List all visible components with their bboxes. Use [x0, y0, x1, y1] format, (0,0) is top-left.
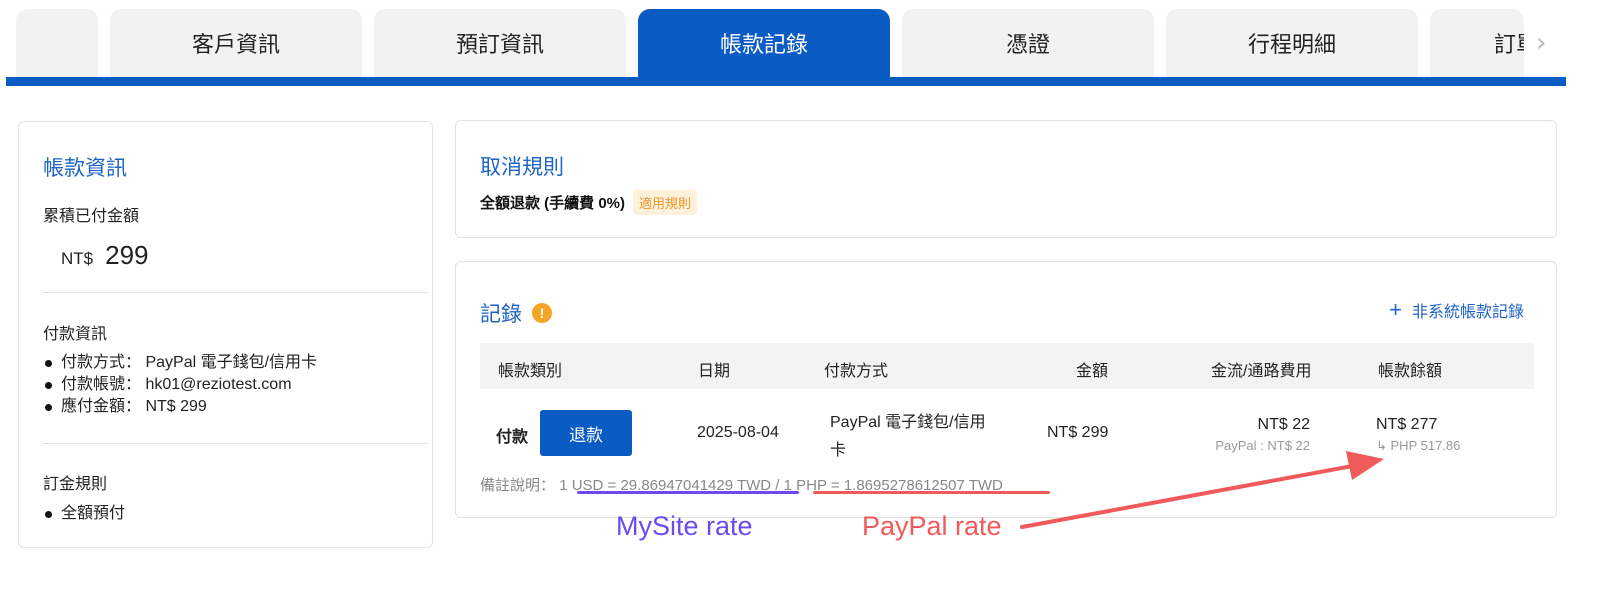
- add-external-record-label: 非系統帳款記錄: [1411, 304, 1524, 321]
- remark-label: 備註說明：: [480, 477, 556, 494]
- column-header: 帳款餘額: [1378, 363, 1443, 380]
- tab-active-underline: [6, 77, 1566, 86]
- list-item: 付款方式： PayPal 電子錢包/信用卡: [43, 352, 317, 374]
- records-table-header: 帳款類別 日期 付款方式 金額 金流/通路費用 帳款餘額: [480, 343, 1534, 389]
- column-header: 付款方式: [824, 363, 889, 380]
- column-header: 日期: [698, 363, 731, 380]
- paid-amount: NT$ 299: [61, 240, 149, 271]
- column-header: 金流/通路費用: [1211, 363, 1312, 380]
- paid-currency: NT$: [61, 249, 94, 268]
- record-amount: NT$ 299: [1047, 424, 1109, 441]
- mysite-rate-annotation: MySite rate: [616, 511, 753, 541]
- billing-info-title: 帳款資訊: [43, 157, 127, 180]
- paid-amount-label: 累積已付金額: [43, 208, 140, 225]
- record-method: PayPal 電子錢包/信用 卡: [830, 409, 986, 465]
- tab-itinerary[interactable]: 行程明細: [1166, 9, 1418, 77]
- cancel-rules-title: 取消規則: [480, 156, 564, 179]
- mysite-rate-underline: [577, 491, 799, 494]
- cancel-rule: 全額退款 (手續費 0%) 適用規則: [480, 190, 698, 215]
- records-title: 記錄: [480, 303, 522, 326]
- warning-icon[interactable]: !: [532, 303, 552, 323]
- records-card: 記錄 ! + 非系統帳款記錄 帳款類別 日期 付款方式 金額 金流/通路費用 帳…: [455, 261, 1557, 518]
- paid-value: 299: [105, 240, 149, 270]
- plus-icon: +: [1389, 297, 1402, 322]
- tab-payment-records[interactable]: 帳款記錄: [638, 9, 890, 77]
- fee-value: NT$ 22: [1257, 416, 1310, 433]
- cancel-rule-text: 全額退款 (手續費 0%): [480, 195, 626, 212]
- paypal-rate-annotation: PayPal rate: [862, 511, 1002, 541]
- method-line: 卡: [830, 442, 847, 459]
- record-type: 付款: [496, 429, 529, 446]
- add-external-record-button[interactable]: + 非系統帳款記錄: [1389, 298, 1524, 322]
- refund-button[interactable]: 退款: [540, 410, 632, 456]
- record-date: 2025-08-04: [697, 424, 779, 441]
- table-row: 付款 退款 2025-08-04 PayPal 電子錢包/信用 卡 NT$ 29…: [480, 389, 1534, 473]
- column-header: 金額: [1076, 363, 1109, 380]
- tab-orders-partial[interactable]: 訂單: [1430, 9, 1524, 77]
- list-item: 全額預付: [43, 503, 125, 525]
- fee-sub: PayPal : NT$ 22: [1215, 438, 1310, 453]
- records-header: 記錄 !: [480, 298, 552, 328]
- column-header: 帳款類別: [498, 363, 563, 380]
- divider: [43, 443, 428, 444]
- applied-rule-badge: 適用規則: [633, 190, 698, 215]
- tab-label: 帳款記錄: [719, 32, 808, 57]
- cancel-rules-card: 取消規則 全額退款 (手續費 0%) 適用規則: [455, 120, 1557, 238]
- divider: [43, 292, 428, 293]
- paypal-rate-underline: [813, 491, 1050, 494]
- tab-label: 憑證: [1005, 32, 1050, 57]
- tab-label: 客戶資訊: [191, 32, 280, 57]
- record-balance: NT$ 277 ↳ PHP 517.86: [1376, 416, 1460, 454]
- tab-vouchers[interactable]: 憑證: [902, 9, 1154, 77]
- record-fee: NT$ 22 PayPal : NT$ 22: [1200, 416, 1310, 453]
- chevron-right-icon[interactable]: ›: [1536, 28, 1546, 58]
- tab-label: 預訂資訊: [455, 32, 544, 57]
- tab-booking-info[interactable]: 預訂資訊: [374, 9, 626, 77]
- tab-label: 訂單: [1494, 32, 1524, 57]
- deposit-rule-label: 訂金規則: [43, 476, 108, 493]
- list-item: 應付金額： NT$ 299: [43, 396, 317, 418]
- deposit-rule-list: 全額預付: [43, 503, 125, 525]
- payment-info-list: 付款方式： PayPal 電子錢包/信用卡 付款帳號： hk01@reziote…: [43, 352, 317, 418]
- tab-customer-info[interactable]: 客戶資訊: [110, 9, 362, 77]
- balance-value: NT$ 277: [1376, 416, 1438, 433]
- billing-info-card: 帳款資訊 累積已付金額 NT$ 299 付款資訊 付款方式： PayPal 電子…: [18, 121, 433, 548]
- balance-sub: ↳ PHP 517.86: [1376, 438, 1461, 453]
- tab-bar: ‹ 客戶資訊 預訂資訊 帳款記錄 憑證 行程明細 訂單 ›: [0, 0, 1600, 88]
- list-item: 付款帳號： hk01@reziotest.com: [43, 374, 317, 396]
- tab-partial-left[interactable]: [16, 9, 98, 77]
- tab-label: 行程明細: [1247, 32, 1336, 57]
- payment-info-label: 付款資訊: [43, 326, 108, 343]
- method-line: PayPal 電子錢包/信用: [830, 414, 986, 431]
